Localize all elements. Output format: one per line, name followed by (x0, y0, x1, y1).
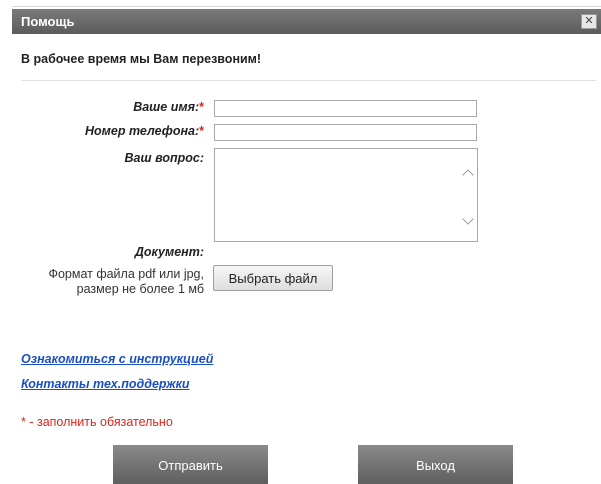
top-divider (12, 6, 601, 7)
name-label: Ваше имя:* (11, 100, 204, 114)
section-divider (21, 80, 596, 81)
callback-message: В рабочее время мы Вам перезвоним! (21, 52, 262, 66)
close-button[interactable]: ✕ (581, 14, 597, 29)
question-textarea[interactable] (214, 148, 478, 242)
dialog-titlebar: Помощь ✕ (12, 9, 601, 34)
close-icon: ✕ (584, 15, 594, 27)
required-mark: * (199, 124, 204, 138)
scroll-down-icon[interactable] (462, 213, 474, 225)
support-contacts-link[interactable]: Контакты тех.поддержки (21, 377, 190, 391)
phone-label: Номер телефона:* (11, 124, 204, 138)
phone-input[interactable] (214, 124, 477, 141)
exit-button[interactable]: Выход (358, 445, 513, 484)
file-format-hint-line2: размер не более 1 мб (76, 282, 204, 296)
instructions-link[interactable]: Ознакомиться с инструкцией (21, 352, 213, 366)
file-format-hint-line1: Формат файла pdf или jpg, (48, 267, 204, 281)
name-input[interactable] (214, 100, 477, 117)
choose-file-button[interactable]: Выбрать файл (213, 265, 333, 291)
file-format-hint: Формат файла pdf или jpg, размер не боле… (14, 267, 204, 297)
required-mark: * (199, 100, 204, 114)
name-label-text: Ваше имя: (133, 100, 200, 114)
required-note: * - заполнить обязательно (21, 415, 173, 429)
question-label: Ваш вопрос: (124, 151, 204, 165)
document-label: Документ: (134, 245, 204, 259)
dialog-title: Помощь (21, 14, 75, 29)
submit-button[interactable]: Отправить (113, 445, 268, 484)
scroll-up-icon[interactable] (462, 169, 474, 181)
textarea-scrollbar[interactable] (460, 149, 477, 241)
phone-label-text: Номер телефона: (85, 124, 200, 138)
